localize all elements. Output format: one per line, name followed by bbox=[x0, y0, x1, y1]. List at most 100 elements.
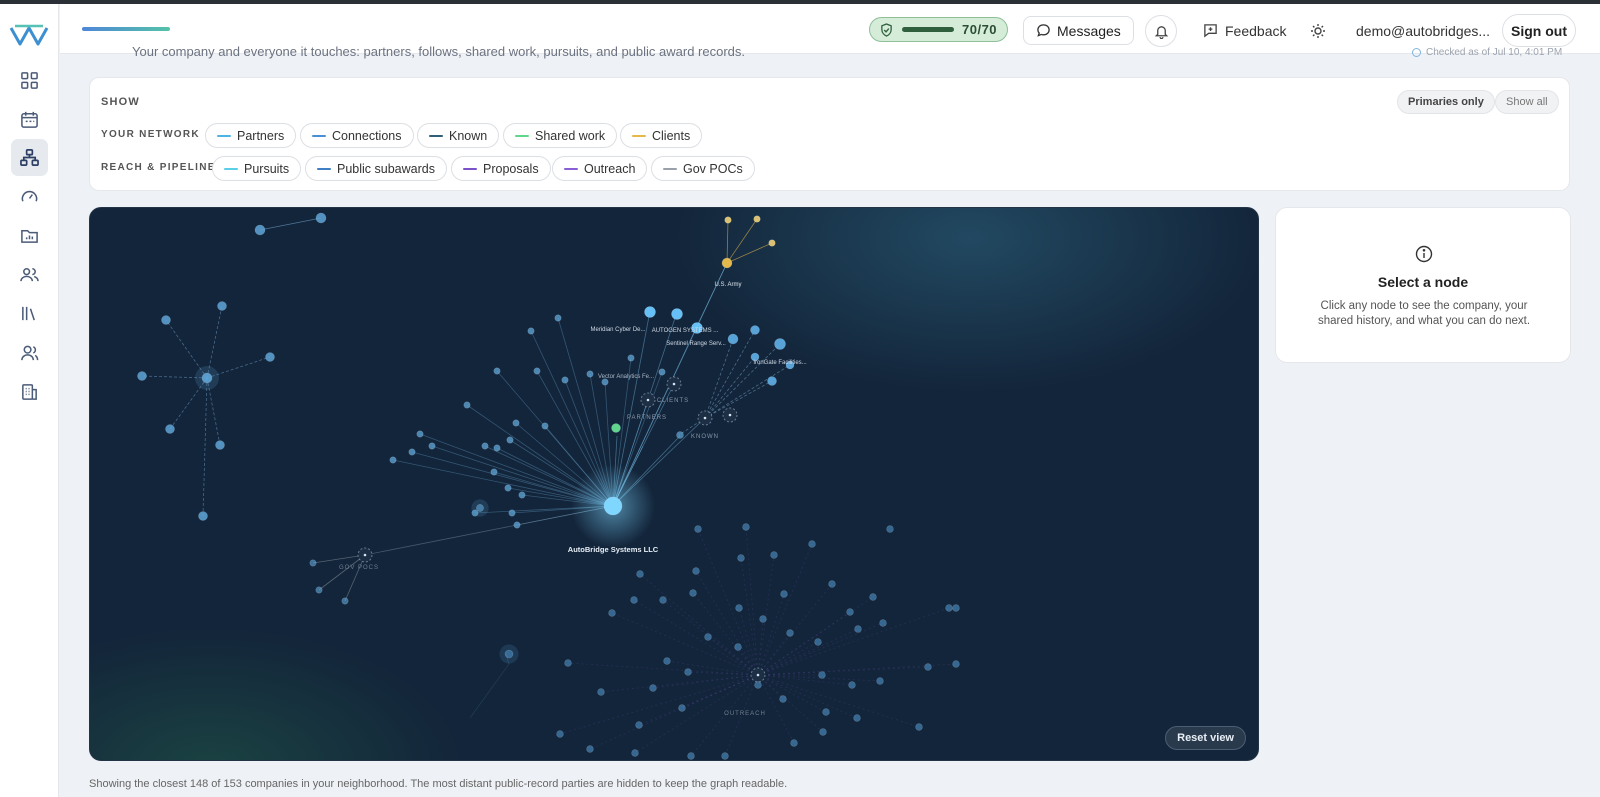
graph-node[interactable] bbox=[754, 681, 762, 689]
graph-node[interactable] bbox=[137, 371, 147, 381]
graph-node[interactable] bbox=[506, 436, 514, 444]
show-all-toggle[interactable]: Show all bbox=[1495, 90, 1559, 114]
node-autogen[interactable] bbox=[671, 308, 683, 320]
graph-node[interactable] bbox=[265, 352, 275, 362]
graph-node[interactable] bbox=[533, 367, 541, 375]
graph-node[interactable] bbox=[808, 540, 816, 548]
network-graph-svg[interactable]: AutoBridge Systems LLC U.S. Army Meridia… bbox=[90, 208, 1259, 761]
sidebar-item-calendar[interactable] bbox=[11, 101, 48, 138]
graph-node[interactable] bbox=[561, 376, 569, 384]
graph-node[interactable] bbox=[341, 597, 349, 605]
graph-node[interactable] bbox=[818, 671, 826, 679]
graph-node[interactable] bbox=[721, 752, 729, 760]
node-meridian[interactable] bbox=[644, 306, 656, 318]
sidebar-item-dashboard[interactable] bbox=[11, 62, 48, 99]
graph-node[interactable] bbox=[822, 708, 830, 716]
graph-node[interactable] bbox=[663, 657, 671, 665]
readiness-score-pill[interactable]: 70/70 bbox=[869, 17, 1008, 42]
graph-node[interactable] bbox=[630, 596, 638, 604]
graph-node[interactable] bbox=[945, 604, 953, 612]
graph-node[interactable] bbox=[727, 333, 739, 345]
sign-out-button[interactable]: Sign out bbox=[1502, 14, 1576, 47]
messages-button[interactable]: Messages bbox=[1023, 16, 1134, 45]
graph-node[interactable] bbox=[215, 440, 225, 450]
graph-node[interactable] bbox=[735, 604, 743, 612]
graph-node[interactable] bbox=[556, 730, 564, 738]
graph-node[interactable] bbox=[678, 704, 686, 712]
graph-node[interactable] bbox=[689, 589, 697, 597]
node-us-army[interactable] bbox=[721, 257, 733, 269]
graph-node[interactable] bbox=[608, 609, 616, 617]
graph-node[interactable] bbox=[493, 444, 501, 452]
graph-node[interactable] bbox=[886, 525, 894, 533]
graph-node[interactable] bbox=[631, 749, 639, 757]
graph-node[interactable] bbox=[649, 684, 657, 692]
reset-view-button[interactable]: Reset view bbox=[1165, 726, 1246, 750]
graph-node[interactable] bbox=[828, 580, 836, 588]
graph-node[interactable] bbox=[428, 442, 436, 450]
graph-node[interactable] bbox=[201, 372, 213, 384]
graph-node[interactable] bbox=[161, 315, 171, 325]
graph-node[interactable] bbox=[527, 327, 535, 335]
graph-node[interactable] bbox=[165, 424, 175, 434]
chip-proposals[interactable]: Proposals bbox=[451, 156, 551, 181]
node-autobridge-center[interactable] bbox=[603, 496, 623, 516]
graph-node[interactable] bbox=[879, 619, 887, 627]
sidebar-item-library[interactable] bbox=[11, 295, 48, 332]
graph-node[interactable] bbox=[786, 629, 794, 637]
chip-public-subawards[interactable]: Public subawards bbox=[305, 156, 447, 181]
graph-node[interactable] bbox=[915, 723, 923, 731]
chip-pursuits[interactable]: Pursuits bbox=[212, 156, 302, 181]
graph-node[interactable] bbox=[408, 448, 416, 456]
graph-node[interactable] bbox=[518, 491, 526, 499]
chip-partners[interactable]: Partners bbox=[205, 123, 297, 148]
sidebar-item-companies[interactable] bbox=[11, 373, 48, 410]
graph-node[interactable] bbox=[742, 523, 750, 531]
chip-known[interactable]: Known bbox=[417, 123, 500, 148]
graph-node[interactable] bbox=[704, 633, 712, 641]
graph-node[interactable] bbox=[768, 239, 776, 247]
graph-node[interactable] bbox=[586, 745, 594, 753]
graph-node[interactable] bbox=[854, 625, 862, 633]
graph-node[interactable] bbox=[869, 593, 877, 601]
sidebar-item-network[interactable] bbox=[11, 139, 48, 176]
graph-node[interactable] bbox=[819, 728, 827, 736]
graph-node[interactable] bbox=[416, 430, 424, 438]
graph-node[interactable] bbox=[476, 504, 484, 512]
app-logo[interactable] bbox=[9, 22, 49, 48]
graph-node[interactable] bbox=[490, 468, 498, 476]
graph-node[interactable] bbox=[853, 714, 861, 722]
graph-node[interactable] bbox=[309, 559, 317, 567]
graph-node[interactable] bbox=[692, 567, 700, 575]
graph-node[interactable] bbox=[724, 216, 732, 224]
graph-node[interactable] bbox=[554, 314, 562, 322]
graph-node[interactable] bbox=[924, 663, 932, 671]
chip-outreach[interactable]: Outreach bbox=[552, 156, 648, 181]
sidebar-item-reports[interactable] bbox=[11, 217, 48, 254]
graph-node[interactable] bbox=[659, 596, 667, 604]
graph-node[interactable] bbox=[734, 643, 742, 651]
graph-node[interactable] bbox=[481, 442, 489, 450]
graph-node[interactable] bbox=[508, 509, 516, 517]
graph-node[interactable] bbox=[564, 659, 572, 667]
graph-node[interactable] bbox=[627, 354, 635, 362]
graph-node[interactable] bbox=[848, 681, 856, 689]
graph-node[interactable] bbox=[463, 401, 471, 409]
network-graph-canvas[interactable]: AutoBridge Systems LLC U.S. Army Meridia… bbox=[89, 207, 1259, 761]
graph-node[interactable] bbox=[780, 590, 788, 598]
theme-toggle-button[interactable] bbox=[1310, 16, 1326, 45]
graph-node[interactable] bbox=[635, 721, 643, 729]
chip-clients[interactable]: Clients bbox=[620, 123, 703, 148]
graph-node[interactable] bbox=[512, 419, 520, 427]
graph-node[interactable] bbox=[750, 325, 760, 335]
sidebar-item-performance[interactable] bbox=[11, 178, 48, 215]
user-email[interactable]: demo@autobridges... bbox=[1356, 16, 1490, 45]
graph-node[interactable] bbox=[846, 608, 854, 616]
graph-node[interactable] bbox=[759, 615, 767, 623]
graph-node[interactable] bbox=[753, 215, 761, 223]
graph-node[interactable] bbox=[541, 422, 549, 430]
chip-shared-work[interactable]: Shared work bbox=[503, 123, 618, 148]
sidebar-item-team[interactable] bbox=[11, 256, 48, 293]
graph-node[interactable] bbox=[636, 570, 644, 578]
graph-node[interactable] bbox=[597, 688, 605, 696]
